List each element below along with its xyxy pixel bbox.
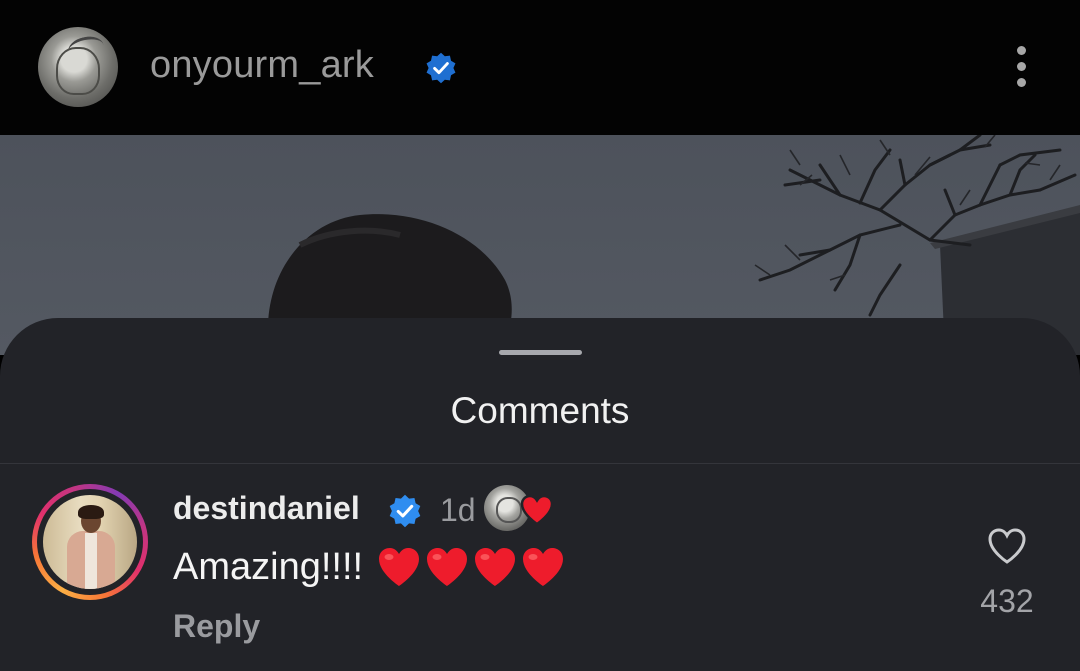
post-header: onyourm_ark (0, 0, 1080, 135)
avatar-figure-shirt (85, 533, 97, 589)
more-options-icon[interactable] (1010, 44, 1034, 90)
avatar-sketch-face (56, 47, 100, 95)
red-heart-emoji-icon (523, 548, 563, 586)
avatar-figure-hair (78, 505, 104, 519)
heart-outline-icon[interactable] (986, 526, 1028, 566)
verified-badge-icon (426, 52, 456, 84)
red-heart-emoji-icon (427, 548, 467, 586)
comment-timestamp: 1d (440, 492, 476, 528)
verified-badge-icon (389, 494, 421, 528)
red-heart-emoji-icon (379, 548, 419, 586)
comment-emoji-hearts (376, 545, 566, 591)
commenter-avatar-photo (43, 495, 137, 589)
comment-text: Amazing!!!! (173, 546, 364, 588)
comments-title: Comments (450, 390, 630, 431)
commenter-username[interactable]: destindaniel (173, 490, 360, 527)
divider (0, 463, 1080, 464)
reply-button[interactable]: Reply (173, 608, 260, 645)
author-avatar[interactable] (38, 27, 118, 107)
comment-like-count: 432 (980, 583, 1034, 619)
commenter-avatar[interactable] (32, 484, 148, 600)
creator-heart-icon (520, 494, 554, 526)
sheet-drag-handle[interactable] (499, 350, 582, 355)
red-heart-emoji-icon (475, 548, 515, 586)
author-username[interactable]: onyourm_ark (150, 44, 374, 87)
